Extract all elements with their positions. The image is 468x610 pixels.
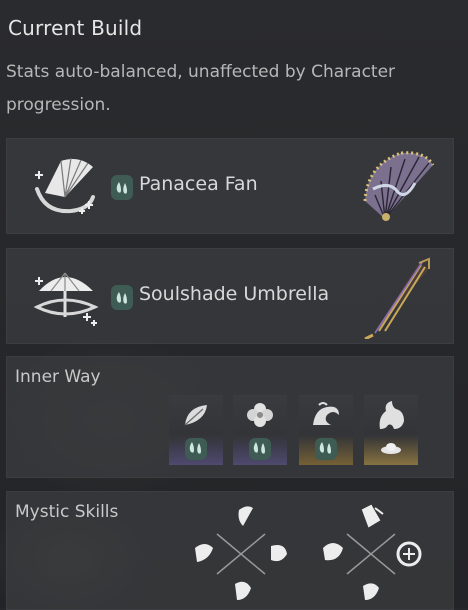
- inner-way-slot-1[interactable]: [169, 395, 223, 465]
- weapon-card-soulshade-umbrella[interactable]: Soulshade Umbrella: [6, 248, 454, 344]
- panel-description: Stats auto-balanced, unaffected by Chara…: [6, 62, 396, 115]
- beast-icon: [379, 401, 404, 429]
- weapon-name: Soulshade Umbrella: [139, 283, 330, 305]
- fan-weapon-art: [363, 151, 435, 221]
- leaf-icon: [184, 405, 207, 426]
- inner-way-drop-icon: [111, 175, 133, 200]
- weapon-name: Panacea Fan: [139, 173, 258, 195]
- umbrella-weapon-art: [364, 257, 430, 339]
- drop-gem-icon: [185, 438, 207, 460]
- drop-gem-icon: [315, 438, 337, 460]
- inner-way-drop-icon: [111, 285, 133, 310]
- wave-icon: [313, 402, 339, 425]
- umbrella-icon: [33, 272, 99, 326]
- inner-way-slot-4[interactable]: [364, 395, 418, 465]
- inner-way-slot-3[interactable]: [299, 395, 353, 465]
- inner-way-section: Inner Way: [6, 356, 454, 478]
- mystic-skills-section: Mystic Skills: [6, 491, 454, 610]
- weapon-card-panacea-fan[interactable]: Panacea Fan: [6, 138, 454, 234]
- mystic-skill-cluster-1[interactable]: [187, 504, 295, 604]
- fan-icon: [35, 157, 95, 214]
- flower-icon: [247, 403, 273, 427]
- inner-way-label: Inner Way: [15, 367, 101, 387]
- mystic-skill-cluster-2[interactable]: [317, 504, 425, 604]
- panel-title: Current Build: [8, 16, 143, 40]
- drop-gem-icon: [249, 438, 271, 460]
- inner-way-slot-2[interactable]: [233, 395, 287, 465]
- cloud-icon: [381, 443, 401, 454]
- mystic-skills-label: Mystic Skills: [15, 502, 119, 522]
